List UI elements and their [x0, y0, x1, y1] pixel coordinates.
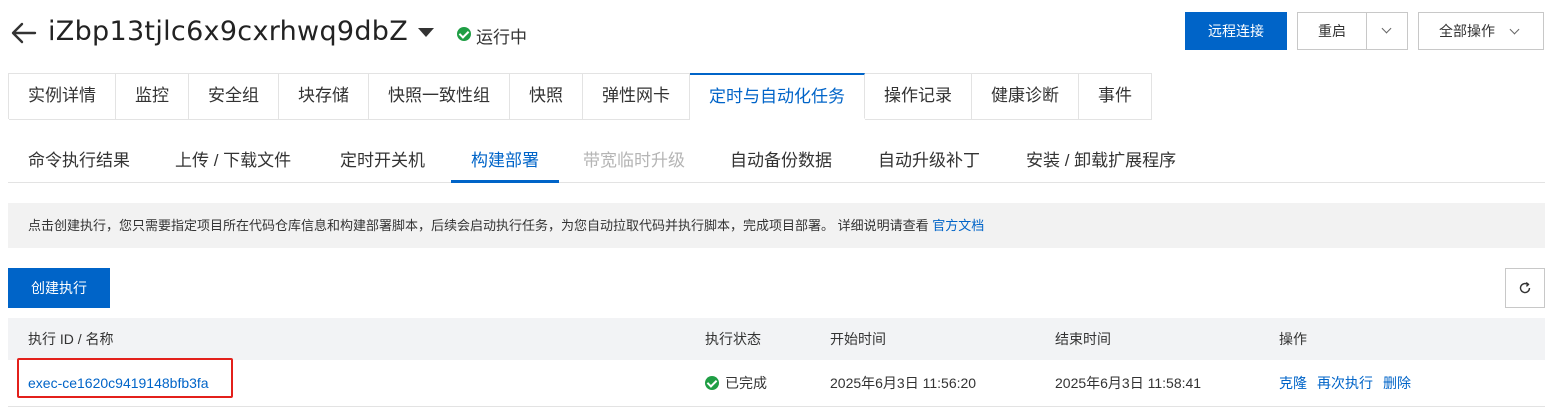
tab-snapshot[interactable]: 快照 — [510, 74, 583, 120]
caret-down-icon[interactable] — [418, 28, 434, 37]
subtab-auto-patch[interactable]: 自动升级补丁 — [878, 140, 980, 183]
all-operations-button[interactable]: 全部操作 — [1418, 12, 1544, 50]
subtab-build-deploy[interactable]: 构建部署 — [451, 140, 559, 183]
tab-elastic-nic[interactable]: 弹性网卡 — [583, 74, 690, 120]
refresh-button[interactable] — [1505, 268, 1545, 308]
tab-monitoring[interactable]: 监控 — [116, 74, 189, 120]
tab-instance-details[interactable]: 实例详情 — [9, 74, 116, 120]
official-docs-link[interactable]: 官方文档 — [932, 218, 984, 233]
tab-events[interactable]: 事件 — [1079, 74, 1152, 120]
subtab-auto-backup[interactable]: 自动备份数据 — [730, 140, 832, 183]
tab-block-storage[interactable]: 块存储 — [279, 74, 369, 120]
chevron-down-icon — [1509, 24, 1520, 35]
all-operations-label: 全部操作 — [1439, 23, 1495, 39]
instance-status: 运行中 — [476, 28, 527, 48]
col-operations: 操作 — [1279, 331, 1307, 347]
check-circle-icon — [457, 27, 471, 41]
execution-id-link[interactable]: exec-ce1620c9419148bfb3fa — [28, 375, 209, 391]
refresh-icon — [1519, 282, 1531, 294]
restart-dropdown-button[interactable] — [1367, 12, 1408, 50]
execution-status-label: 已完成 — [725, 375, 767, 391]
delete-link[interactable]: 删除 — [1383, 375, 1411, 391]
sub-tabs: 命令执行结果 上传 / 下载文件 定时开关机 构建部署 带宽临时升级 自动备份数… — [8, 140, 1545, 183]
main-tabs: 实例详情 监控 安全组 块存储 快照一致性组 快照 弹性网卡 定时与自动化任务 … — [8, 73, 1152, 120]
col-end-time: 结束时间 — [1055, 331, 1111, 347]
remote-connect-button[interactable]: 远程连接 — [1185, 12, 1287, 50]
subtab-command-results[interactable]: 命令执行结果 — [28, 140, 130, 183]
col-id-name: 执行 ID / 名称 — [28, 331, 114, 347]
tab-scheduled-automation[interactable]: 定时与自动化任务 — [690, 73, 865, 119]
rerun-link[interactable]: 再次执行 — [1317, 375, 1373, 391]
notice-text: 点击创建执行，您只需要指定项目所在代码仓库信息和构建部署脚本，后续会启动执行任务… — [28, 218, 933, 233]
info-notice: 点击创建执行，您只需要指定项目所在代码仓库信息和构建部署脚本，后续会启动执行任务… — [8, 203, 1545, 248]
check-circle-icon — [705, 376, 719, 390]
col-start-time: 开始时间 — [830, 331, 886, 347]
subtab-upload-download[interactable]: 上传 / 下载文件 — [175, 140, 291, 183]
tab-security-group[interactable]: 安全组 — [189, 74, 279, 120]
start-time: 2025年6月3日 11:56:20 — [830, 375, 977, 391]
execution-status: 已完成 — [705, 360, 767, 407]
instance-id-title: iZbp13tjlc6x9cxrhwq9dbZ — [48, 16, 409, 47]
table-header: 执行 ID / 名称 执行状态 开始时间 结束时间 操作 — [8, 318, 1545, 360]
subtab-extensions[interactable]: 安装 / 卸载扩展程序 — [1026, 140, 1176, 183]
subtab-bandwidth-upgrade: 带宽临时升级 — [583, 151, 685, 170]
executions-table: 执行 ID / 名称 执行状态 开始时间 结束时间 操作 exec-ce1620… — [8, 318, 1545, 407]
page-header: iZbp13tjlc6x9cxrhwq9dbZ 运行中 远程连接 重启 全部操作 — [0, 0, 1550, 70]
col-status: 执行状态 — [705, 331, 761, 347]
tab-health-diagnosis[interactable]: 健康诊断 — [972, 74, 1079, 120]
create-execution-button[interactable]: 创建执行 — [8, 268, 110, 308]
back-arrow-icon[interactable] — [9, 18, 39, 48]
clone-link[interactable]: 克隆 — [1279, 375, 1307, 391]
tab-snapshot-consistency-group[interactable]: 快照一致性组 — [369, 74, 510, 120]
table-row: exec-ce1620c9419148bfb3fa 已完成 2025年6月3日 … — [8, 360, 1545, 407]
end-time: 2025年6月3日 11:58:41 — [1055, 375, 1202, 391]
tab-operation-log[interactable]: 操作记录 — [865, 74, 972, 120]
row-operations: 克隆 再次执行 删除 — [1279, 360, 1421, 407]
subtab-scheduled-power[interactable]: 定时开关机 — [340, 140, 425, 183]
restart-button[interactable]: 重启 — [1297, 12, 1367, 50]
chevron-down-icon — [1381, 23, 1392, 34]
